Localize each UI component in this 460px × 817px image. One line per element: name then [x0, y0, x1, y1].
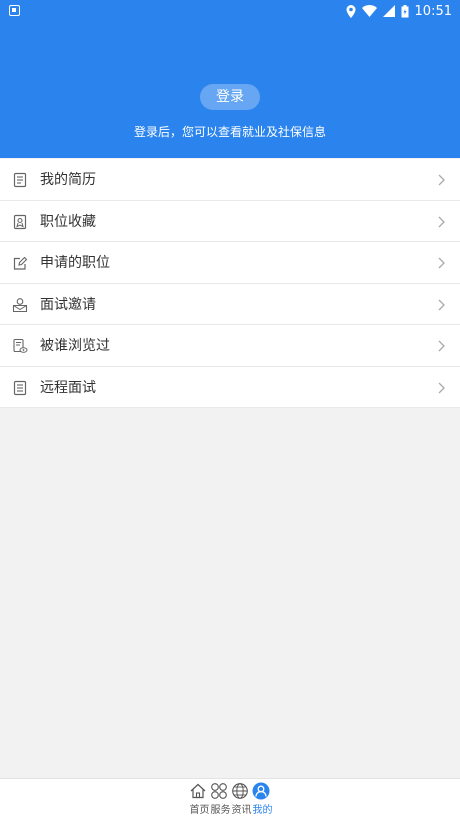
menu-item-label: 远程面试: [40, 379, 96, 396]
bottom-nav-icons: [189, 782, 270, 800]
tab-services-label[interactable]: 服务: [210, 801, 231, 816]
menu-item-applied[interactable]: 申请的职位: [0, 242, 460, 284]
bookmark-icon: [12, 214, 28, 230]
chevron-right-icon: [438, 299, 445, 310]
profile-icon[interactable]: [252, 782, 270, 800]
chevron-right-icon: [438, 216, 445, 227]
battery-icon: [401, 4, 409, 17]
menu-item-remote-interview[interactable]: 远程面试: [0, 367, 460, 408]
login-tip: 登录后，您可以查看就业及社保信息: [133, 125, 326, 139]
login-button[interactable]: 登录: [200, 84, 260, 110]
status-bar-right: 10:51: [346, 3, 452, 19]
invitation-icon: [12, 297, 28, 313]
resume-icon: [12, 172, 28, 188]
chevron-right-icon: [438, 174, 445, 186]
menu-item-label: 被谁浏览过: [40, 338, 110, 355]
location-icon: [346, 4, 356, 18]
globe-icon[interactable]: [231, 782, 249, 800]
menu-item-resume[interactable]: 我的简历: [0, 159, 460, 201]
bottom-nav: 首页 服务 资讯 我的: [0, 778, 460, 817]
menu-item-label: 职位收藏: [40, 213, 96, 230]
menu-item-viewed-by[interactable]: 被谁浏览过: [0, 325, 460, 367]
chevron-right-icon: [438, 382, 445, 393]
notification-icon: [9, 5, 20, 16]
chevron-right-icon: [438, 340, 445, 352]
tab-news-label[interactable]: 资讯: [231, 801, 252, 816]
bottom-nav-labels: 首页 服务 资讯 我的: [189, 801, 273, 816]
remote-interview-icon: [12, 380, 28, 396]
home-icon[interactable]: [189, 782, 207, 800]
profile-menu: 我的简历 职位收藏 申请的职位 面试邀请 被谁浏览过 远程面试: [0, 159, 460, 408]
menu-item-label: 申请的职位: [40, 255, 110, 272]
tab-home-label[interactable]: 首页: [189, 801, 210, 816]
menu-item-interview-invitation[interactable]: 面试邀请: [0, 284, 460, 325]
status-time: 10:51: [414, 3, 452, 19]
viewed-icon: [12, 338, 28, 354]
wifi-icon: [361, 5, 377, 17]
status-bar: 10:51: [0, 0, 460, 22]
edit-icon: [12, 255, 28, 271]
tab-mine-label[interactable]: 我的: [252, 801, 273, 816]
menu-item-label: 面试邀请: [40, 296, 96, 313]
chevron-right-icon: [438, 257, 445, 269]
services-icon[interactable]: [210, 782, 228, 800]
menu-item-label: 我的简历: [40, 172, 96, 189]
menu-item-favorites[interactable]: 职位收藏: [0, 201, 460, 242]
profile-header: 登录 登录后，您可以查看就业及社保信息: [0, 22, 460, 158]
signal-icon: [382, 5, 395, 17]
